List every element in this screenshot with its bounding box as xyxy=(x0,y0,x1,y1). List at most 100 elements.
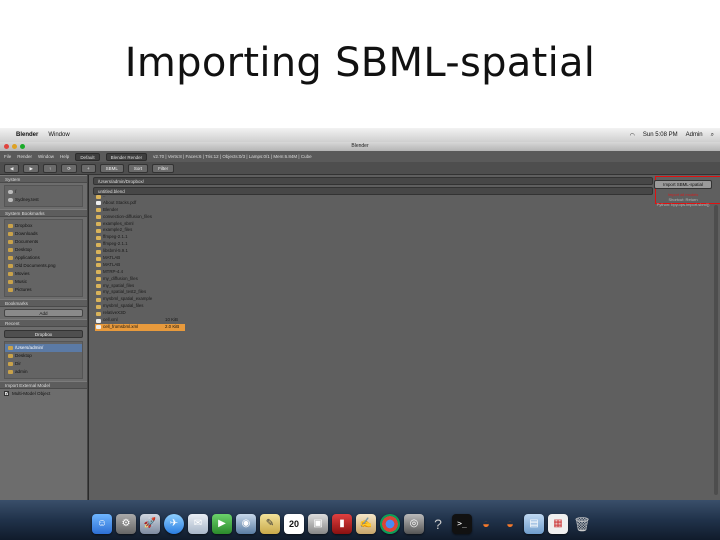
file-row-selected[interactable]: cell_fromsbml.xml 2.0 KiB xyxy=(95,323,185,331)
file-row[interactable]: About Stacks.pdf xyxy=(95,200,189,207)
mail-icon[interactable]: ✉ xyxy=(188,514,208,534)
file-row[interactable]: examples_sbml xyxy=(95,221,189,228)
parent-dir-button[interactable]: ↑ xyxy=(42,163,58,173)
file-row[interactable]: ffmpeg-2.1.1 xyxy=(95,234,189,241)
bookmark-desktop[interactable]: Desktop xyxy=(5,246,82,254)
disk-icon xyxy=(8,198,13,202)
file-row[interactable]: mysbml_spatial_example xyxy=(95,296,189,303)
display-mode-button[interactable]: SBML xyxy=(99,163,124,173)
folder-icon xyxy=(96,249,101,254)
file-row[interactable]: mysbml_spatial_files xyxy=(95,303,189,310)
file-row[interactable]: Blender xyxy=(95,207,189,214)
menu-app-name[interactable]: Blender xyxy=(16,132,38,138)
system-item-root[interactable]: / xyxy=(5,188,82,196)
screenshot: Blender Window ◠ Sun 5:08 PM Admin ⌕ Ble… xyxy=(0,128,720,540)
recent-item[interactable]: /Users/admin/ xyxy=(5,344,82,352)
directory-field[interactable]: /Users/admin/Dropbox/ xyxy=(93,177,653,185)
blender2-icon[interactable]: ◒ xyxy=(500,514,520,534)
file-row[interactable]: convection-diffusion_files xyxy=(95,214,189,221)
system-panel-header[interactable]: System xyxy=(0,175,87,183)
folder-icon xyxy=(96,263,101,268)
calendar-icon[interactable]: 20 xyxy=(284,514,304,534)
document-icon[interactable]: ▦ xyxy=(548,514,568,534)
file-icon xyxy=(96,318,101,323)
info-menu-render[interactable]: Render xyxy=(17,154,32,159)
bookmark-applications[interactable]: Applications xyxy=(5,254,82,262)
new-dir-button[interactable]: + xyxy=(80,163,96,173)
help-icon[interactable]: ? xyxy=(428,514,448,534)
file-row[interactable]: ffmpeg-2.1.1 xyxy=(95,241,189,248)
add-bookmark-button[interactable]: Add xyxy=(4,309,83,317)
forward-button[interactable]: ▶ xyxy=(23,163,39,173)
bookmark-music[interactable]: Music xyxy=(5,278,82,286)
info-menu-help[interactable]: Help xyxy=(60,154,69,159)
bookmark-movies[interactable]: Movies xyxy=(5,270,82,278)
system-bookmarks-header[interactable]: System Bookmarks xyxy=(0,209,87,217)
multi-model-checkbox[interactable]: ✓ Multi-Model Object xyxy=(0,389,87,398)
zoom-icon[interactable] xyxy=(20,144,25,149)
file-row[interactable]: my_spatial_test2_files xyxy=(95,289,189,296)
import-sbml-button[interactable]: Import SBML-spatial xyxy=(654,180,712,189)
file-row[interactable]: MATLAB xyxy=(95,255,189,262)
wifi-icon[interactable]: ◠ xyxy=(630,132,635,139)
system-item-volume[interactable]: Sydney.test xyxy=(5,196,82,204)
recent-item[interactable]: admin xyxy=(5,368,82,376)
close-icon[interactable] xyxy=(4,144,9,149)
minimize-icon[interactable] xyxy=(12,144,17,149)
info-menu-window[interactable]: Window xyxy=(38,154,54,159)
paint-icon[interactable]: ✍ xyxy=(356,514,376,534)
bookmark-dropbox[interactable]: Dropbox xyxy=(5,222,82,230)
user-name[interactable]: Admin xyxy=(686,132,703,138)
sort-button[interactable]: Sort xyxy=(127,163,149,173)
info-menu-file[interactable]: File xyxy=(4,154,11,159)
trash-icon[interactable]: 🗑 xyxy=(572,514,592,534)
app-icon[interactable]: ▣ xyxy=(308,514,328,534)
refresh-button[interactable]: ⟳ xyxy=(61,163,77,173)
recent-item[interactable]: Dir xyxy=(5,360,82,368)
file-row[interactable]: relativeX3D xyxy=(95,310,189,317)
terminal-icon[interactable]: >_ xyxy=(452,514,472,534)
folder-icon xyxy=(96,311,101,316)
recent-field[interactable]: Dropbox xyxy=(4,330,83,338)
filter-button[interactable]: Filter xyxy=(152,163,175,173)
import-options-header[interactable]: Import External Model xyxy=(0,381,87,389)
photos-icon[interactable]: ◉ xyxy=(236,514,256,534)
menu-window[interactable]: Window xyxy=(48,132,69,138)
file-row[interactable]: libsbml-5.9.1 xyxy=(95,248,189,255)
folder-icon xyxy=(8,224,13,228)
recent-item[interactable]: Desktop xyxy=(5,352,82,360)
bookmarks-header[interactable]: Bookmarks xyxy=(0,299,87,307)
stickies-icon[interactable]: ✎ xyxy=(260,514,280,534)
file-browser-sidebar: System / Sydney.test System Bookmarks Dr… xyxy=(0,175,88,505)
book-icon[interactable]: ▮ xyxy=(332,514,352,534)
bookmark-pictures[interactable]: Pictures xyxy=(5,286,82,294)
file-row[interactable]: cell.xml 10 KiB xyxy=(95,317,189,324)
file-row[interactable]: example2_files xyxy=(95,227,189,234)
launchpad-icon[interactable]: 🚀 xyxy=(140,514,160,534)
bookmark-downloads[interactable]: Downloads xyxy=(5,230,82,238)
clock[interactable]: Sun 5:08 PM xyxy=(643,132,678,138)
file-row[interactable]: MTRP-4.4 xyxy=(95,269,189,276)
folder-icon[interactable]: ▤ xyxy=(524,514,544,534)
render-engine-select[interactable]: Blender Render xyxy=(105,152,148,161)
vertical-scrollbar[interactable] xyxy=(714,205,718,495)
spotlight-icon[interactable]: ⌕ xyxy=(711,132,714,139)
facetime-icon[interactable]: ▶ xyxy=(212,514,232,534)
chrome-icon[interactable] xyxy=(380,514,400,534)
checkbox-icon[interactable]: ✓ xyxy=(4,391,9,397)
bookmark-old-documents[interactable]: Old Documents.png xyxy=(5,262,82,270)
blender-icon[interactable]: ◒ xyxy=(476,514,496,534)
safari-icon[interactable]: ✈ xyxy=(164,514,184,534)
back-button[interactable]: ◀ xyxy=(4,163,20,173)
screen-layout-select[interactable]: Default xyxy=(75,152,100,161)
bookmark-documents[interactable]: Documents xyxy=(5,238,82,246)
file-row[interactable]: my_spatial_files xyxy=(95,283,189,290)
photobooth-icon[interactable]: ◎ xyxy=(404,514,424,534)
recent-header[interactable]: Recent xyxy=(0,319,87,327)
file-row-parent[interactable]: .. xyxy=(95,193,189,200)
file-row[interactable]: my_diffusion_files xyxy=(95,276,189,283)
finder-icon[interactable]: ☺ xyxy=(92,514,112,534)
file-row[interactable]: MATLAB xyxy=(95,262,189,269)
system-prefs-icon[interactable]: ⚙ xyxy=(116,514,136,534)
folder-icon xyxy=(8,248,13,252)
